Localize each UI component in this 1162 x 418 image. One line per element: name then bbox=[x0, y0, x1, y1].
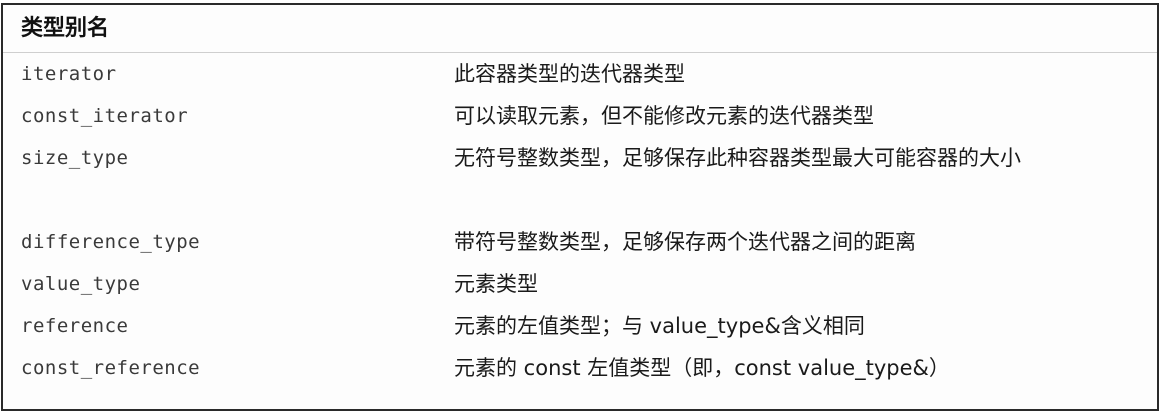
type-alias-table: 类型别名 iterator 此容器类型的迭代器类型 const_iterator… bbox=[1, 3, 1159, 411]
type-name-cell: iterator bbox=[21, 63, 117, 85]
type-name-cell: const_iterator bbox=[21, 105, 189, 127]
type-name-cell: const_reference bbox=[21, 357, 201, 379]
table-header: 类型别名 bbox=[3, 5, 1157, 53]
type-description-cell: 此容器类型的迭代器类型 bbox=[454, 62, 685, 86]
type-description-cell: 元素的 const 左值类型（即，const value_type&） bbox=[454, 356, 950, 380]
type-name-cell: difference_type bbox=[21, 231, 201, 253]
type-name-cell: reference bbox=[21, 315, 129, 337]
table-header-title: 类型别名 bbox=[21, 16, 110, 41]
type-description-cell: 带符号整数类型，足够保存两个迭代器之间的距离 bbox=[454, 230, 916, 254]
type-description-cell: 无符号整数类型，足够保存此种容器类型最大可能容器的大小 bbox=[454, 146, 1021, 170]
type-name-cell: value_type bbox=[21, 273, 141, 295]
type-description-cell: 可以读取元素，但不能修改元素的迭代器类型 bbox=[454, 104, 874, 128]
type-name-cell: size_type bbox=[21, 147, 129, 169]
type-description-cell: 元素的左值类型；与 value_type&含义相同 bbox=[454, 314, 865, 338]
type-description-cell: 元素类型 bbox=[454, 272, 538, 296]
